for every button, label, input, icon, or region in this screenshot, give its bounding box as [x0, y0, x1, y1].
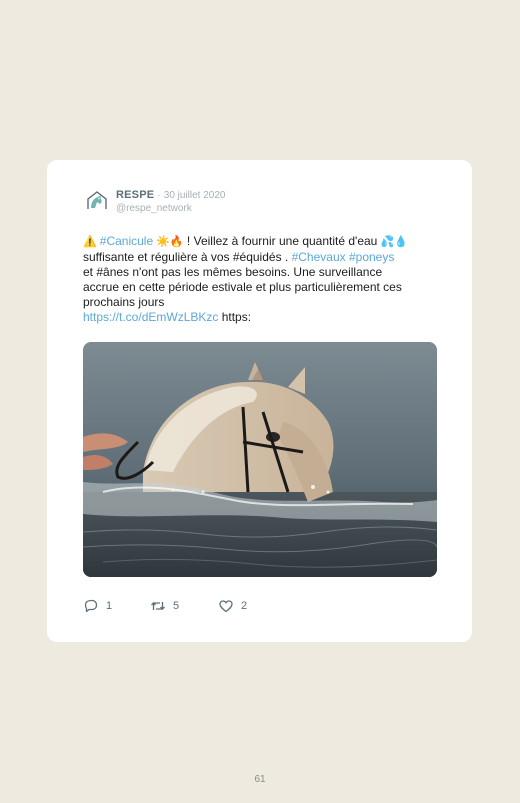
tweet-header: RESPE · 30 juillet 2020 @respe_network — [116, 188, 225, 215]
tweet-text: ⚠️ #Canicule ☀️🔥 ! Veillez à fournir une… — [83, 234, 445, 325]
emoji: ☀️🔥 — [153, 236, 184, 248]
tweet-url-link[interactable]: https://t.co/dEmWzLBKzc — [83, 310, 218, 324]
hashtag-link[interactable]: #Canicule — [100, 234, 153, 248]
tweet-text-segment: et #ânes n'ont pas les mêmes besoins. Un… — [83, 265, 383, 279]
retweet-count: 5 — [173, 600, 180, 612]
emoji: 💦💧 — [380, 236, 409, 248]
tweet-text-segment: ! Veillez à fournir une quantité d'eau — [183, 234, 381, 248]
tweet-text-segment: prochains jours — [83, 295, 165, 309]
tweet-text-line: ⚠️ #Canicule ☀️🔥 ! Veillez à fournir une… — [83, 234, 445, 250]
reply-button[interactable]: 1 — [83, 598, 112, 614]
tweet-text-segment: suffisante et régulière à vos #équidés . — [83, 250, 292, 264]
page-number: 61 — [254, 774, 266, 785]
tweet-photo[interactable] — [83, 342, 437, 577]
reply-icon — [84, 599, 98, 613]
like-count: 2 — [241, 600, 248, 612]
reply-count: 1 — [106, 600, 113, 612]
tweet-text-line: accrue en cette période estivale et plus… — [83, 280, 445, 295]
tweet-date[interactable]: 30 juillet 2020 — [164, 190, 226, 201]
tweet-text-line: https://t.co/dEmWzLBKzc https: — [83, 310, 445, 325]
respe-logo-icon — [87, 191, 107, 209]
tweet-text-segment: accrue en cette période estivale et plus… — [83, 280, 402, 294]
horse-swimming-image — [83, 342, 437, 577]
tweet-text-line: et #ânes n'ont pas les mêmes besoins. Un… — [83, 265, 445, 280]
author-name[interactable]: RESPE — [116, 189, 154, 201]
tweet-text-line: suffisante et régulière à vos #équidés .… — [83, 250, 445, 265]
emoji: ⚠️ — [83, 236, 100, 248]
heart-icon — [219, 600, 233, 613]
hashtag-link[interactable]: #poneys — [349, 250, 394, 264]
hashtag-link[interactable]: #Chevaux — [292, 250, 346, 264]
retweet-button[interactable]: 5 — [150, 598, 179, 614]
tweet-text-segment: https: — [218, 310, 252, 324]
tweet-text-line: prochains jours — [83, 295, 445, 310]
author-handle[interactable]: @respe_network — [116, 203, 225, 215]
like-button[interactable]: 2 — [218, 598, 247, 614]
retweet-icon — [151, 602, 165, 610]
separator: · — [157, 190, 161, 201]
